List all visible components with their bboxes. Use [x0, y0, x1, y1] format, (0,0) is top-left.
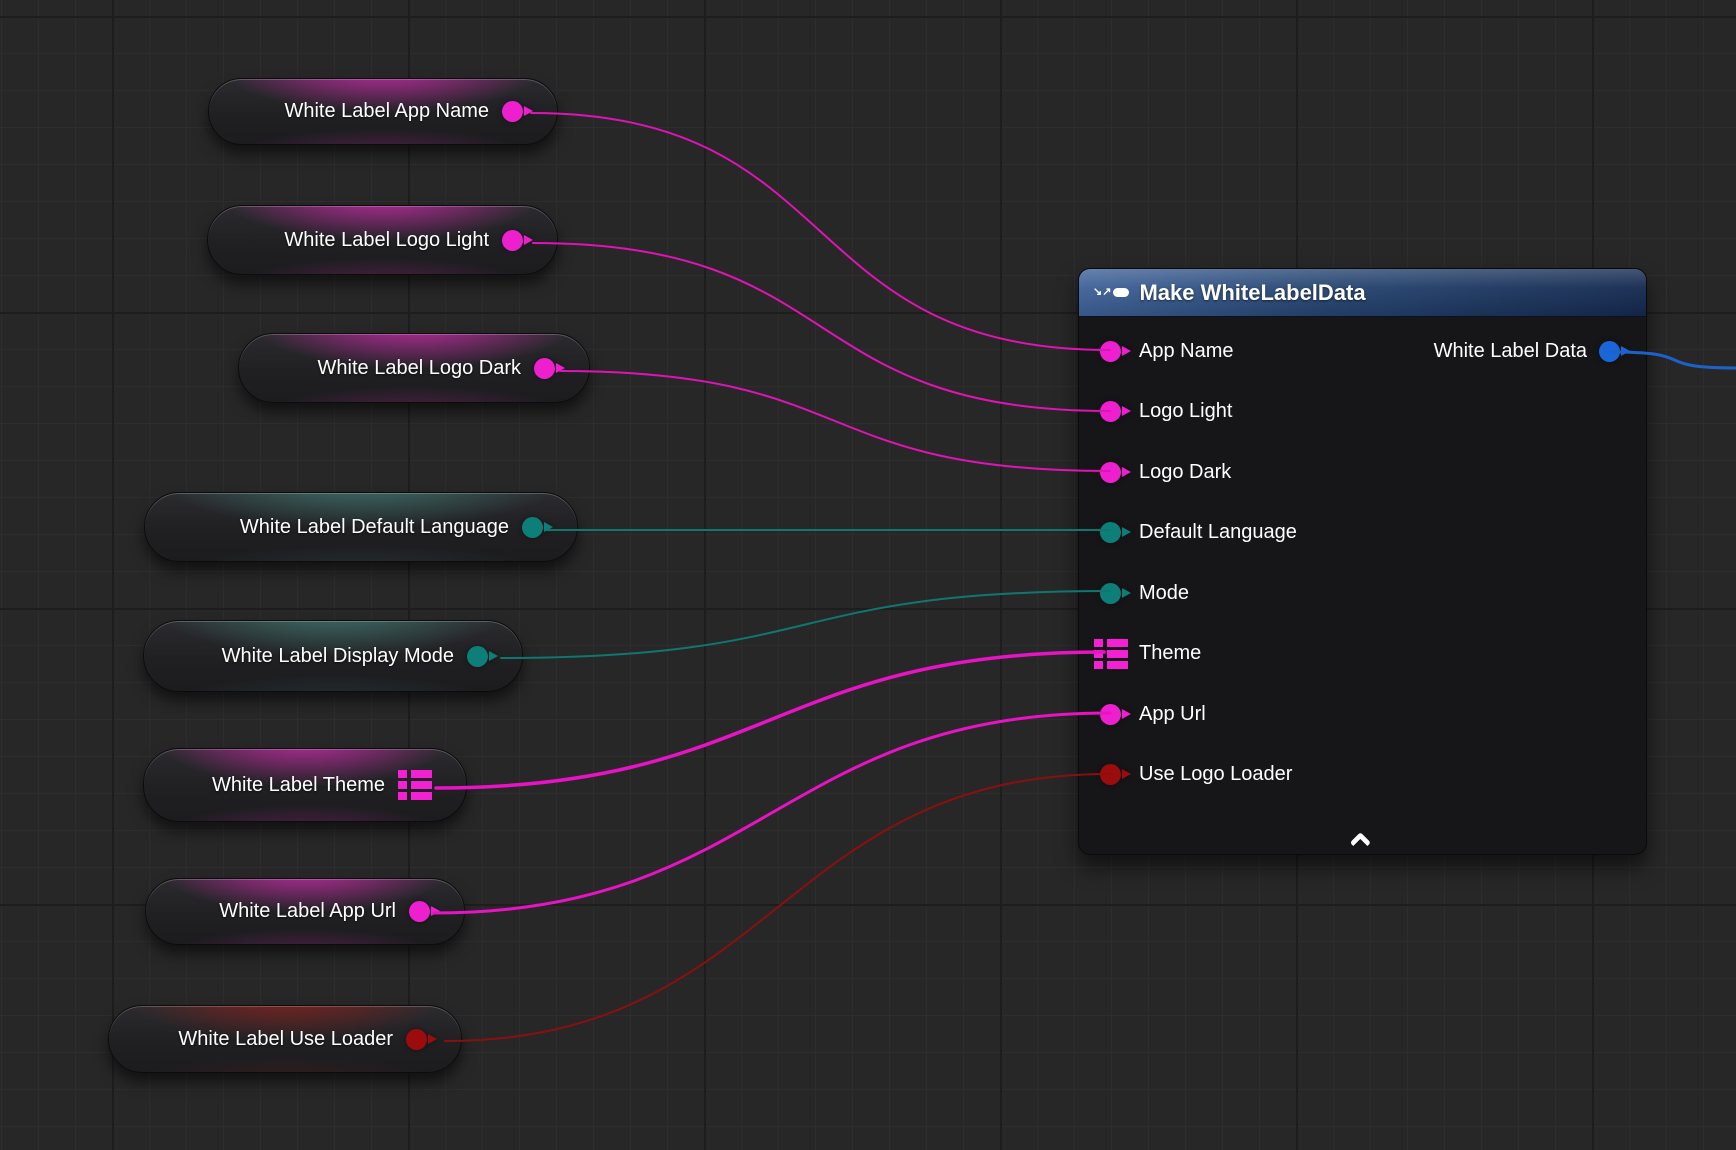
struct-output-pin[interactable]	[398, 770, 432, 800]
node-make-whitelabeldata[interactable]: ↘↗ Make WhiteLabelData App Name Logo Lig…	[1078, 268, 1647, 855]
input-row-mode: Mode	[1079, 563, 1646, 624]
node-get-white-label-app-url[interactable]: White Label App Url	[145, 878, 465, 945]
make-struct-icon-capsule	[1113, 288, 1129, 297]
pin-label: App Name	[1139, 340, 1234, 363]
string-output-pin[interactable]	[502, 230, 523, 251]
node-get-white-label-display-mode[interactable]: White Label Display Mode	[143, 620, 523, 692]
string-output-pin[interactable]	[502, 101, 523, 122]
wire-app-name[interactable]	[531, 113, 1110, 350]
string-input-pin[interactable]	[1100, 401, 1121, 422]
struct-output-pin[interactable]	[1599, 341, 1620, 362]
string-input-pin[interactable]	[1100, 704, 1121, 725]
collapse-chevron-button[interactable]	[1350, 832, 1371, 853]
bool-input-pin[interactable]	[1100, 764, 1121, 785]
pin-label: Theme	[1139, 642, 1201, 665]
node-get-white-label-theme[interactable]: White Label Theme	[143, 748, 467, 822]
node-get-white-label-logo-light[interactable]: White Label Logo Light	[207, 205, 558, 275]
node-get-white-label-logo-dark[interactable]: White Label Logo Dark	[238, 333, 590, 403]
input-row-use-logo-loader: Use Logo Loader	[1079, 745, 1646, 806]
enum-input-pin[interactable]	[1100, 522, 1121, 543]
input-row-app-url: App Url	[1079, 684, 1646, 745]
node-body: App Name Logo Light Logo Dark Default La…	[1079, 317, 1646, 805]
input-row-theme: Theme	[1079, 624, 1646, 685]
pin-label: Logo Dark	[1139, 461, 1231, 484]
node-get-white-label-default-language[interactable]: White Label Default Language	[144, 492, 578, 562]
string-output-pin[interactable]	[534, 358, 555, 379]
node-title: White Label Display Mode	[222, 645, 454, 668]
pin-label: Default Language	[1139, 521, 1297, 544]
string-input-pin[interactable]	[1100, 462, 1121, 483]
node-title: White Label App Url	[219, 900, 396, 923]
wire-logo-light[interactable]	[533, 243, 1110, 411]
string-output-pin[interactable]	[409, 901, 430, 922]
enum-output-pin[interactable]	[522, 517, 543, 538]
wire-display-mode[interactable]	[501, 591, 1110, 658]
node-get-white-label-app-name[interactable]: White Label App Name	[208, 78, 558, 145]
make-struct-icon-arrows: ↘↗	[1093, 288, 1111, 297]
input-row-logo-dark: Logo Dark	[1079, 442, 1646, 503]
node-title: Make WhiteLabelData	[1139, 280, 1365, 306]
pin-label: White Label Data	[1434, 340, 1587, 363]
node-title: White Label App Name	[284, 100, 489, 123]
pin-label: Use Logo Loader	[1139, 763, 1292, 786]
wire-app-url[interactable]	[433, 713, 1110, 913]
wire-theme[interactable]	[436, 652, 1104, 788]
node-title: White Label Logo Light	[284, 229, 489, 252]
enum-output-pin[interactable]	[467, 646, 488, 667]
wire-logo-dark[interactable]	[560, 371, 1110, 471]
pin-label: Logo Light	[1139, 400, 1232, 423]
pin-label: App Url	[1139, 703, 1206, 726]
node-header[interactable]: ↘↗ Make WhiteLabelData	[1079, 269, 1646, 317]
node-title: White Label Theme	[212, 774, 385, 797]
enum-input-pin[interactable]	[1100, 583, 1121, 604]
blueprint-canvas[interactable]: White Label App Name White Label Logo Li…	[0, 0, 1736, 1150]
node-title: White Label Default Language	[240, 516, 509, 539]
node-title: White Label Use Loader	[178, 1028, 393, 1051]
bool-output-pin[interactable]	[406, 1029, 427, 1050]
input-row-default-language: Default Language	[1079, 503, 1646, 564]
make-struct-icon: ↘↗	[1093, 288, 1129, 297]
wire-use-loader[interactable]	[445, 774, 1110, 1041]
chevron-row	[1079, 833, 1646, 848]
output-row-white-label-data: White Label Data	[1434, 321, 1646, 382]
string-input-pin[interactable]	[1100, 341, 1121, 362]
struct-input-pin[interactable]	[1094, 639, 1128, 669]
node-get-white-label-use-loader[interactable]: White Label Use Loader	[108, 1005, 462, 1073]
input-row-logo-light: Logo Light	[1079, 382, 1646, 443]
pin-label: Mode	[1139, 582, 1189, 605]
node-title: White Label Logo Dark	[318, 357, 521, 380]
